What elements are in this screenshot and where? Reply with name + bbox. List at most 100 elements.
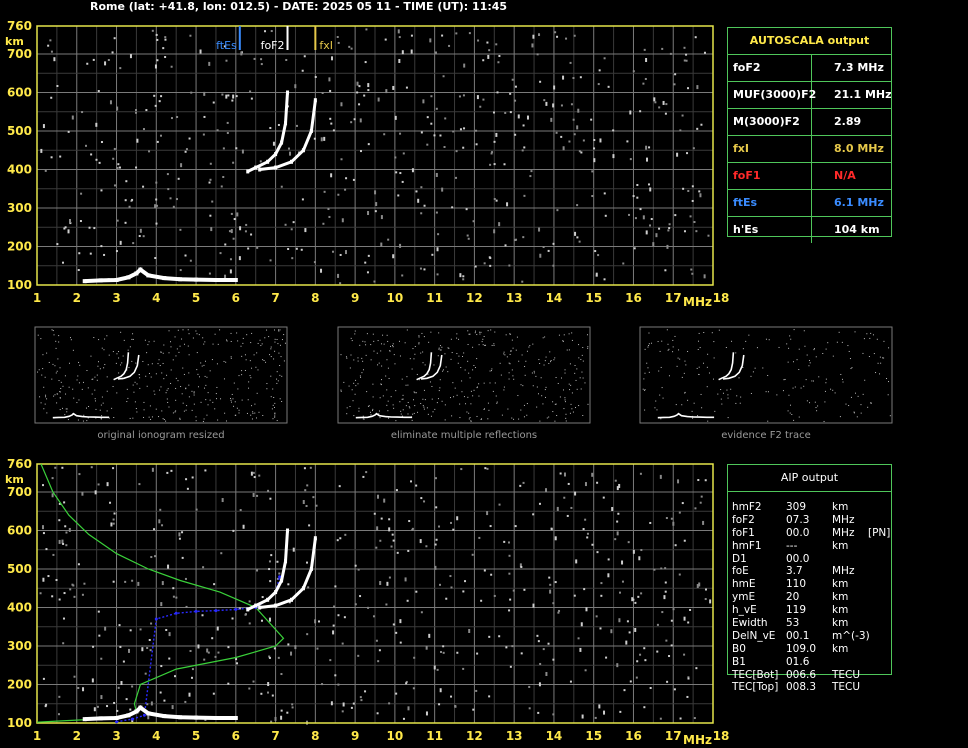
thumbnail-noise xyxy=(157,363,159,365)
thumbnail-noise xyxy=(522,385,524,387)
top-noise-speck xyxy=(489,264,492,267)
top-noise-speck xyxy=(545,101,548,106)
aip-param-name: hmF1 xyxy=(732,539,762,552)
bottom-noise-speck xyxy=(148,639,151,642)
top-noise-speck xyxy=(498,222,501,227)
top-noise-speck xyxy=(691,199,694,202)
top-noise-speck xyxy=(244,230,247,233)
top-noise-speck xyxy=(62,261,65,264)
thumbnail-noise xyxy=(217,419,219,421)
thumbnail-noise xyxy=(97,361,99,363)
thumbnail-noise xyxy=(176,348,178,350)
bottom-noise-speck xyxy=(581,714,584,719)
top-noise-speck xyxy=(595,272,598,277)
bottom-noise-speck xyxy=(556,506,559,511)
thumbnail-noise xyxy=(225,339,227,341)
bottom-noise-speck xyxy=(378,649,381,652)
thumbnail-noise xyxy=(667,349,669,351)
thumbnail-noise xyxy=(788,394,790,396)
top-noise-speck xyxy=(410,49,413,54)
top-noise-speck xyxy=(683,46,686,49)
thumbnail-noise xyxy=(346,407,348,409)
top-noise-speck xyxy=(565,37,568,40)
bottom-noise-speck xyxy=(438,703,441,706)
thumbnail-noise xyxy=(54,365,56,367)
top-noise-speck xyxy=(398,58,401,63)
top-noise-speck xyxy=(209,214,212,217)
bottom-noise-speck xyxy=(611,506,614,511)
top-noise-speck xyxy=(112,157,115,160)
thumbnail-noise xyxy=(95,408,97,410)
top-noise-speck xyxy=(582,139,585,142)
bottom-noise-speck xyxy=(659,474,662,479)
top-noise-speck xyxy=(377,97,380,102)
thumbnail-noise xyxy=(409,407,411,409)
aip-row: TEC[Top] 008.3 TECU xyxy=(732,681,891,694)
bottom-noise-speck xyxy=(185,478,188,481)
thumbnail-noise xyxy=(79,364,81,366)
top-noise-speck xyxy=(645,145,648,150)
bottom-noise-speck xyxy=(649,686,652,689)
top-y-tick-label: 500 xyxy=(7,124,32,138)
thumbnail-noise xyxy=(750,392,752,394)
marker-fof2-label: foF2 xyxy=(261,39,285,52)
thumbnail-noise xyxy=(281,401,283,403)
thumbnail-noise xyxy=(131,338,133,340)
thumbnail-noise xyxy=(767,391,769,393)
top-noise-speck xyxy=(692,147,695,150)
bottom-noise-speck xyxy=(286,711,289,714)
top-noise-speck xyxy=(236,212,239,217)
thumbnail-noise xyxy=(279,374,281,376)
thumbnail-noise xyxy=(532,343,534,345)
thumbnail-noise xyxy=(803,385,805,387)
top-noise-speck xyxy=(402,152,405,155)
thumbnail-noise xyxy=(279,365,281,367)
thumbnail-noise xyxy=(499,362,501,364)
thumbnail-noise xyxy=(383,343,385,345)
top-x-tick-label: 9 xyxy=(351,291,359,305)
thumbnail-noise xyxy=(860,404,862,406)
thumbnail-noise xyxy=(507,408,509,410)
thumbnail-noise xyxy=(366,391,368,393)
thumbnail-noise xyxy=(750,375,752,377)
thumbnail-noise xyxy=(510,350,512,352)
top-noise-speck xyxy=(118,166,121,169)
thumbnail-noise xyxy=(233,405,235,407)
bottom-noise-speck xyxy=(337,614,340,617)
thumbnail-noise xyxy=(134,401,136,403)
top-noise-speck xyxy=(331,56,334,61)
bottom-noise-speck xyxy=(639,653,642,656)
thumbnail-noise xyxy=(262,414,264,416)
bottom-noise-speck xyxy=(407,706,410,711)
top-noise-speck xyxy=(555,131,558,134)
thumbnail-noise xyxy=(351,389,353,391)
bottom-noise-speck xyxy=(591,472,594,477)
thumbnail-noise xyxy=(276,338,278,340)
bottom-noise-speck xyxy=(61,466,64,469)
thumbnail-noise xyxy=(248,381,250,383)
bottom-noise-speck xyxy=(306,484,309,487)
bottom-noise-speck xyxy=(118,624,121,627)
bottom-noise-speck xyxy=(420,497,423,500)
bottom-noise-speck xyxy=(596,551,599,554)
thumbnail-noise xyxy=(511,369,513,371)
bottom-noise-speck xyxy=(415,484,418,487)
top-noise-speck xyxy=(632,70,635,73)
top-noise-speck xyxy=(358,103,361,106)
thumbnail-noise xyxy=(548,362,550,364)
thumbnail-noise xyxy=(414,345,416,347)
thumbnail-noise xyxy=(562,389,564,391)
thumbnail-noise xyxy=(441,400,443,402)
top-noise-speck xyxy=(577,108,580,113)
top-noise-speck xyxy=(190,91,193,94)
top-noise-speck xyxy=(642,82,645,85)
top-noise-speck xyxy=(431,253,434,256)
aip-param-value: 110 xyxy=(786,578,807,591)
top-noise-speck xyxy=(648,146,651,149)
top-noise-speck xyxy=(109,100,112,105)
bottom-x-tick-label: 6 xyxy=(232,729,240,743)
bottom-noise-speck xyxy=(693,717,696,720)
marker-ftes-line xyxy=(238,26,241,50)
thumbnail-noise xyxy=(869,337,871,339)
top-noise-speck xyxy=(506,202,509,207)
